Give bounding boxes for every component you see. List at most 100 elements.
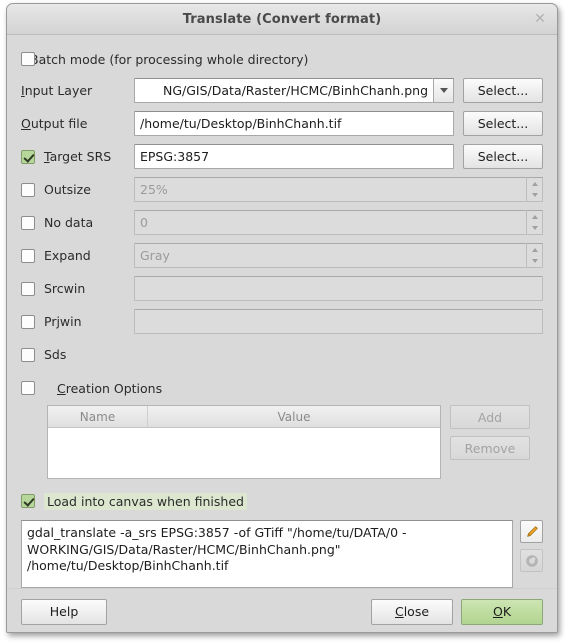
row-creation-options: Creation Options	[21, 371, 543, 402]
expand-spinbox[interactable]: Gray	[134, 243, 543, 268]
input-layer-label-rest: nput Layer	[24, 83, 93, 98]
ok-button[interactable]: OK	[461, 598, 543, 625]
dialog-title: Translate (Convert format)	[182, 11, 382, 27]
row-batch-mode: Batch mode (for processing whole directo…	[21, 44, 543, 74]
stepper-up-icon	[531, 247, 538, 252]
row-target-srs: Target SRS EPSG:3857 Select...	[21, 140, 543, 173]
srcwin-label-col: Srcwin	[21, 281, 134, 296]
row-sds: Sds	[21, 338, 543, 371]
help-button[interactable]: Help	[21, 598, 107, 625]
close-icon[interactable]: ✕	[532, 11, 548, 27]
reload-icon[interactable]	[520, 549, 543, 572]
prjwin-checkbox[interactable]	[21, 314, 35, 329]
sds-label-col: Sds	[21, 347, 134, 362]
target-srs-label-col: Target SRS	[21, 149, 134, 164]
row-srcwin: Srcwin	[21, 272, 543, 305]
no-data-label: No data	[44, 215, 94, 230]
expand-field[interactable]: Gray	[134, 243, 526, 268]
close-button-mnemonic: C	[394, 604, 404, 619]
target-srs-select-button[interactable]: Select...	[463, 144, 543, 169]
close-button[interactable]: Close	[371, 598, 453, 625]
output-file-label-rest: utput file	[30, 116, 88, 131]
creation-options-label-rest: reation Options	[65, 380, 163, 396]
stepper-up-icon	[531, 214, 538, 219]
outsize-label: Outsize	[44, 182, 91, 197]
sds-checkbox[interactable]	[21, 347, 35, 362]
output-file-select-button[interactable]: Select...	[463, 111, 543, 136]
input-layer-combo[interactable]: NG/GIS/Data/Raster/HCMC/BinhChanh.png	[134, 78, 454, 103]
stepper-down-icon	[531, 259, 538, 264]
command-textarea[interactable]: gdal_translate -a_srs EPSG:3857 -of GTif…	[21, 520, 513, 588]
output-file-mnemonic: O	[21, 116, 31, 131]
row-outsize: Outsize 25%	[21, 173, 543, 206]
prjwin-label: Prjwin	[44, 314, 82, 329]
sds-label: Sds	[44, 347, 67, 362]
no-data-checkbox[interactable]	[21, 215, 35, 230]
input-layer-select-button[interactable]: Select...	[463, 78, 543, 103]
close-button-rest: lose	[403, 604, 430, 619]
input-layer-label-col: Input Layer	[21, 83, 134, 98]
load-into-canvas-label-rest: oad into canvas when finished	[53, 493, 244, 509]
column-header-value[interactable]: Value	[148, 406, 440, 427]
outsize-label-col: Outsize	[21, 182, 134, 197]
row-expand: Expand Gray	[21, 239, 543, 272]
column-header-name[interactable]: Name	[48, 406, 148, 427]
pencil-icon[interactable]	[520, 520, 543, 543]
target-srs-label-rest: arget SRS	[49, 149, 112, 164]
stepper-up-icon	[531, 181, 538, 186]
srcwin-checkbox[interactable]	[21, 281, 35, 296]
no-data-field[interactable]: 0	[134, 210, 526, 235]
dialog-body: Batch mode (for processing whole directo…	[7, 35, 557, 588]
no-data-stepper[interactable]	[526, 210, 543, 235]
output-file-field[interactable]: /home/tu/Desktop/BinhChanh.tif	[134, 111, 454, 136]
add-button[interactable]: Add	[450, 405, 530, 429]
expand-label: Expand	[44, 248, 91, 263]
table-body[interactable]	[48, 428, 440, 478]
creation-options-buttons: Add Remove	[450, 405, 530, 460]
stepper-down-icon	[531, 193, 538, 198]
row-input-layer: Input Layer NG/GIS/Data/Raster/HCMC/Binh…	[21, 74, 543, 107]
command-side-buttons	[520, 520, 543, 572]
target-srs-checkbox[interactable]	[21, 149, 35, 164]
chevron-down-icon[interactable]	[433, 78, 454, 103]
dialog-titlebar: Translate (Convert format) ✕	[7, 4, 557, 35]
row-load-into-canvas: Load into canvas when finished	[21, 488, 543, 514]
creation-options-mnemonic: C	[57, 380, 66, 396]
load-into-canvas-checkbox[interactable]	[21, 494, 35, 508]
outsize-spinbox[interactable]: 25%	[134, 177, 543, 202]
table-header-row: Name Value	[48, 406, 440, 428]
load-into-canvas-mnemonic: L	[47, 493, 54, 509]
prjwin-label-col: Prjwin	[21, 314, 134, 329]
row-output-file: Output file /home/tu/Desktop/BinhChanh.t…	[21, 107, 543, 140]
translate-dialog: Translate (Convert format) ✕ Batch mode …	[6, 3, 558, 633]
srcwin-field[interactable]	[134, 276, 543, 301]
input-layer-label: Input Layer	[21, 83, 92, 98]
expand-stepper[interactable]	[526, 243, 543, 268]
no-data-spinbox[interactable]: 0	[134, 210, 543, 235]
target-srs-field[interactable]: EPSG:3857	[134, 144, 454, 169]
dialog-footer: Help Close OK	[7, 588, 557, 632]
no-data-label-col: No data	[21, 215, 134, 230]
outsize-checkbox[interactable]	[21, 182, 35, 197]
expand-label-col: Expand	[21, 248, 134, 263]
expand-checkbox[interactable]	[21, 248, 35, 263]
creation-options-checkbox[interactable]	[21, 381, 35, 395]
output-file-label-col: Output file	[21, 116, 134, 131]
ok-button-rest: K	[502, 604, 512, 619]
command-area: gdal_translate -a_srs EPSG:3857 -of GTif…	[21, 520, 543, 588]
load-into-canvas-label: Load into canvas when finished	[44, 492, 247, 510]
prjwin-field[interactable]	[134, 309, 543, 334]
creation-options-label: Creation Options	[57, 381, 162, 396]
batch-mode-checkbox[interactable]	[21, 52, 35, 66]
screenshot-root: Translate (Convert format) ✕ Batch mode …	[0, 0, 566, 643]
target-srs-label: Target SRS	[44, 149, 111, 164]
row-prjwin: Prjwin	[21, 305, 543, 338]
batch-mode-label: Batch mode (for processing whole directo…	[30, 51, 309, 67]
remove-button[interactable]: Remove	[450, 436, 530, 460]
outsize-field[interactable]: 25%	[134, 177, 526, 202]
creation-options-table[interactable]: Name Value	[47, 405, 441, 479]
outsize-stepper[interactable]	[526, 177, 543, 202]
row-no-data: No data 0	[21, 206, 543, 239]
input-layer-field[interactable]: NG/GIS/Data/Raster/HCMC/BinhChanh.png	[134, 78, 433, 103]
ok-button-mnemonic: O	[492, 604, 503, 619]
